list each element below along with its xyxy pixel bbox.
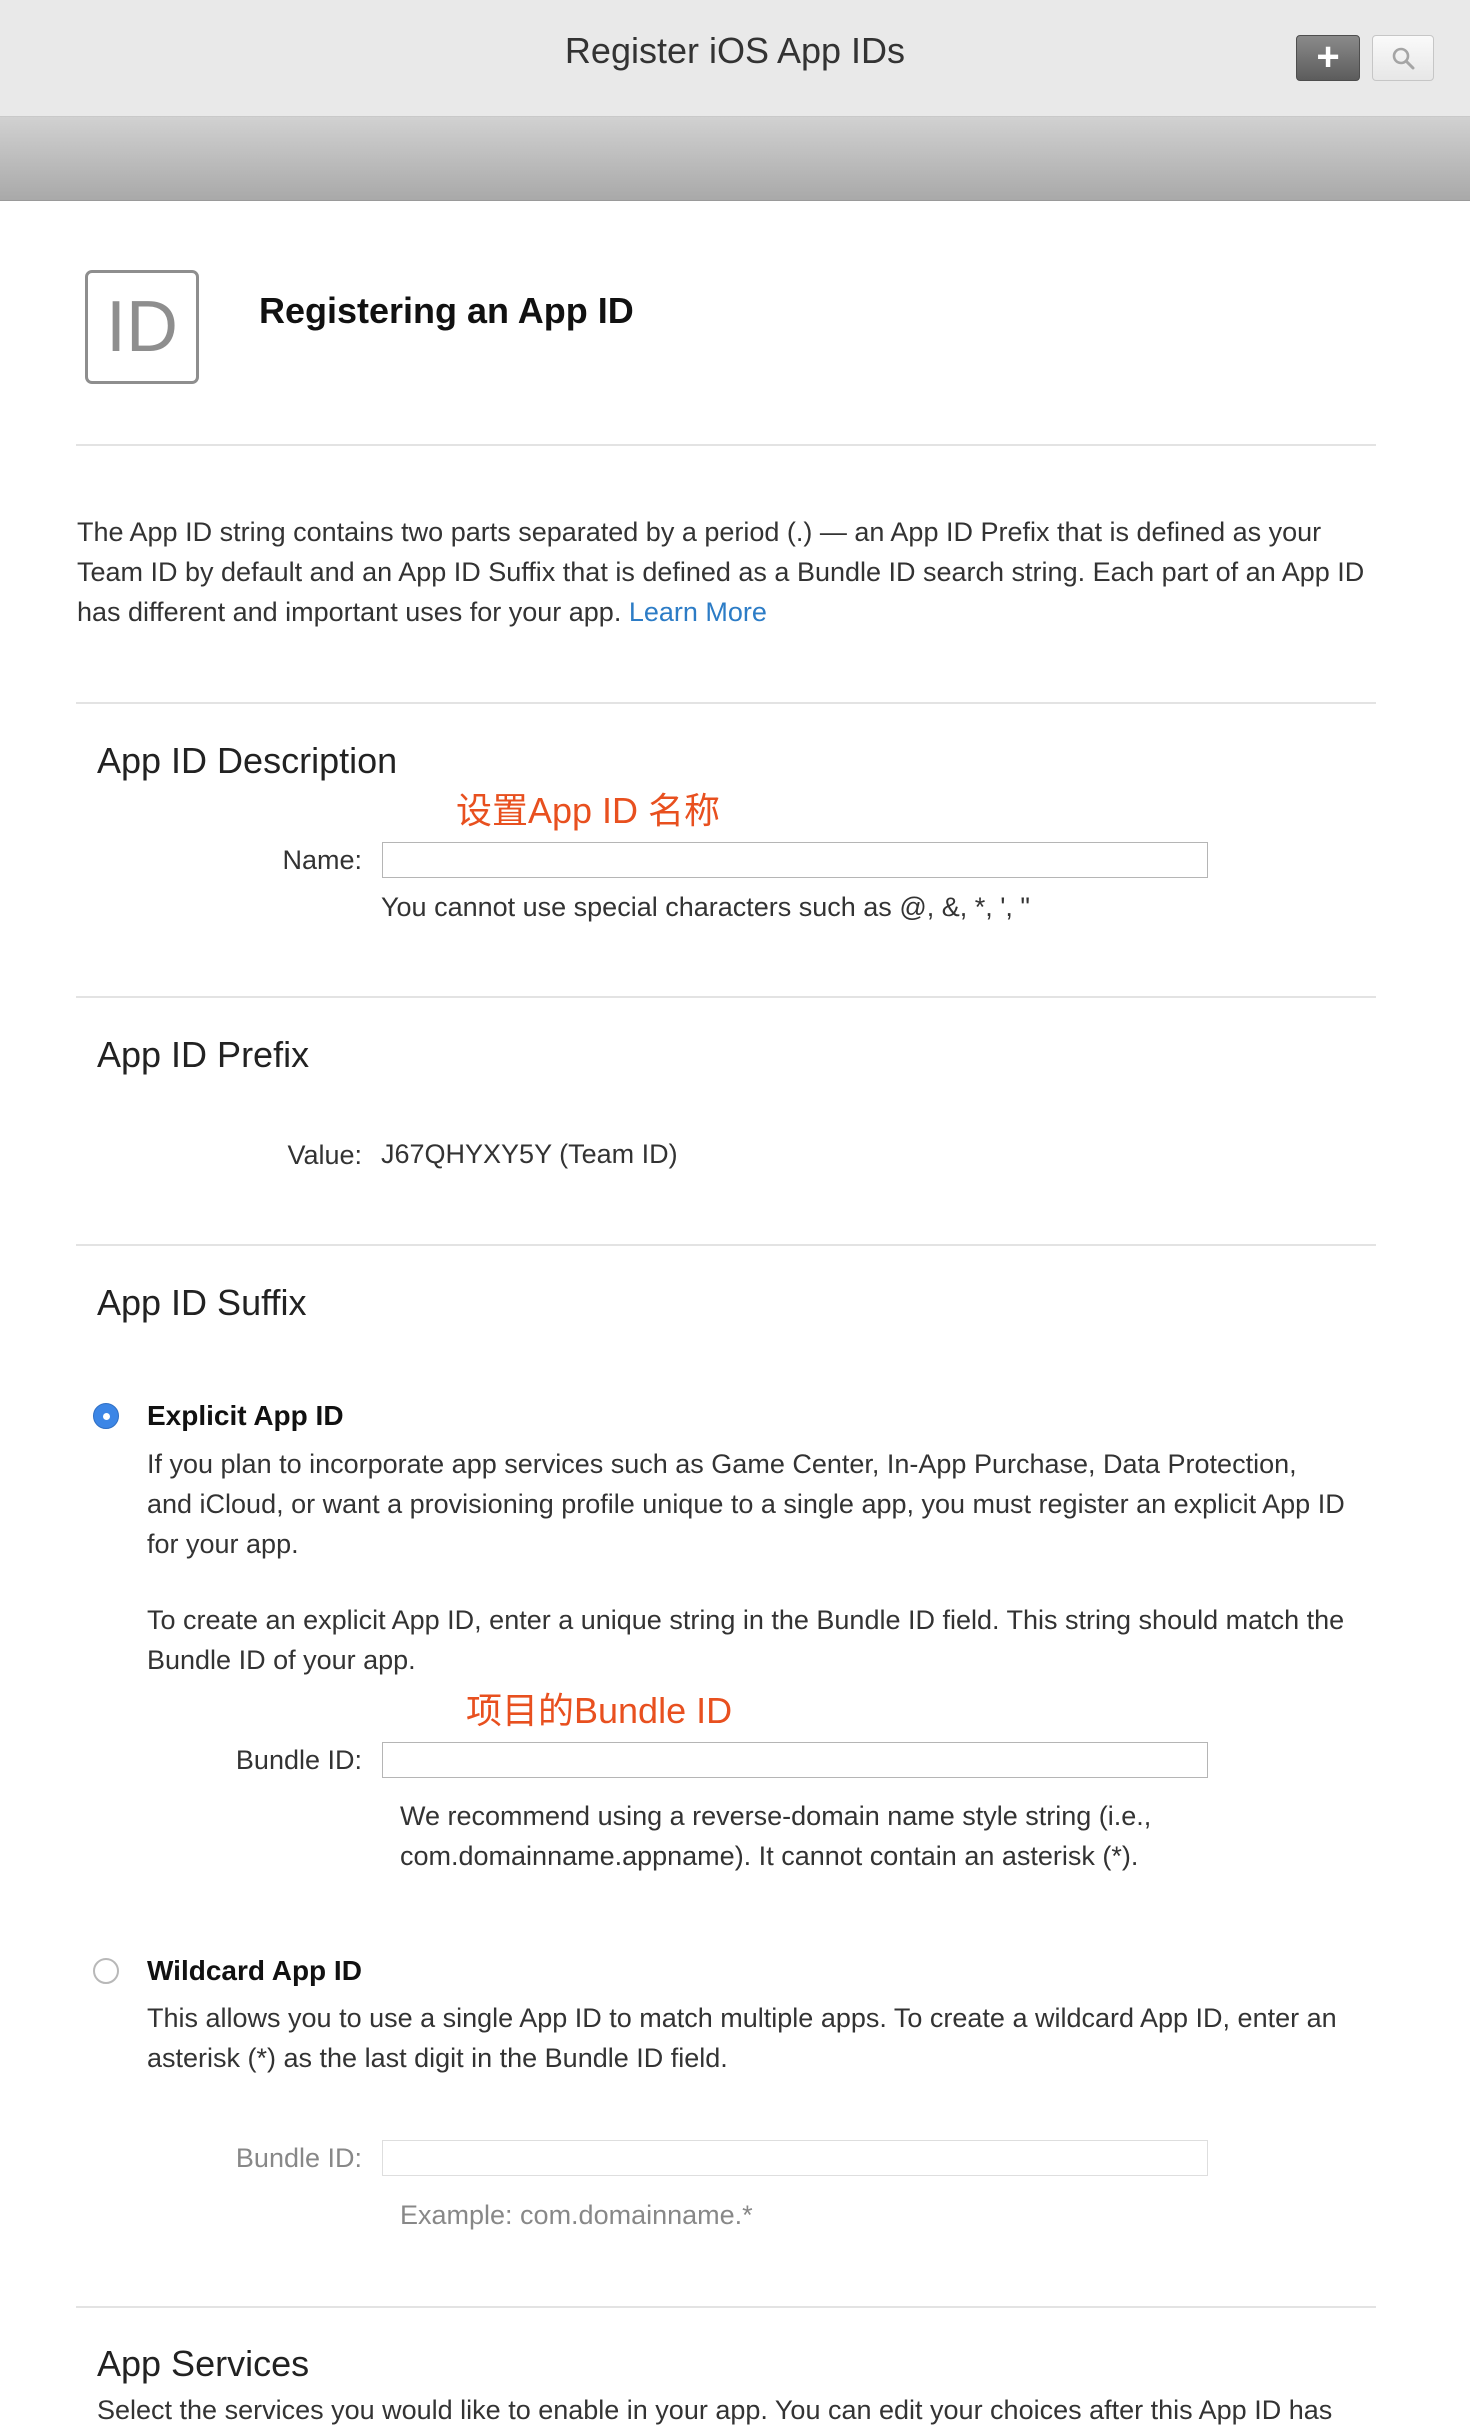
prefix-value: J67QHYXY5Y (Team ID) — [381, 1139, 678, 1169]
name-hint: You cannot use special characters such a… — [381, 892, 1030, 922]
divider — [76, 444, 1376, 446]
explicit-description: If you plan to incorporate app services … — [147, 1449, 1345, 1559]
prefix-title: App ID Prefix — [97, 1034, 310, 1075]
value-label: Value: — [287, 1140, 362, 1170]
services-description: Select the services you would like to en… — [97, 2395, 1333, 2425]
services-title: App Services — [97, 2343, 310, 2384]
explicit-app-id-radio[interactable] — [93, 1403, 119, 1429]
explicit-instructions: To create an explicit App ID, enter a un… — [147, 1605, 1345, 1675]
page-title: Register iOS App IDs — [564, 30, 906, 71]
description-title: App ID Description — [97, 740, 398, 781]
name-annotation: 设置App ID 名称 — [456, 790, 721, 831]
plus-icon: + — [1316, 35, 1340, 79]
suffix-title: App ID Suffix — [97, 1282, 307, 1323]
title-bar: Register iOS App IDs + — [0, 0, 1470, 117]
divider — [76, 702, 1376, 704]
divider — [76, 996, 1376, 998]
app-id-icon: ID — [85, 270, 199, 384]
learn-more-link[interactable]: Learn More — [629, 597, 767, 627]
name-input[interactable] — [382, 842, 1208, 878]
wildcard-bundle-id-label: Bundle ID: — [235, 2143, 362, 2173]
wildcard-bundle-id-input[interactable] — [382, 2140, 1208, 2176]
bundle-id-annotation: 项目的Bundle ID — [466, 1690, 733, 1731]
search-icon — [1392, 47, 1415, 70]
add-button[interactable]: + — [1296, 35, 1360, 81]
divider — [76, 1244, 1376, 1246]
sub-toolbar — [0, 117, 1470, 201]
bundle-id-hint: We recommend using a reverse-domain name… — [400, 1801, 1152, 1871]
wildcard-description: This allows you to use a single App ID t… — [147, 2003, 1337, 2073]
bundle-id-label: Bundle ID: — [235, 1745, 362, 1775]
divider — [76, 2306, 1376, 2308]
name-label: Name: — [282, 845, 362, 875]
intro-text: The App ID string contains two parts sep… — [77, 517, 1365, 627]
bundle-id-input[interactable] — [382, 1742, 1208, 1778]
section-heading: Registering an App ID — [259, 290, 634, 331]
search-button[interactable] — [1372, 35, 1434, 81]
explicit-app-id-label[interactable]: Explicit App ID — [147, 1400, 344, 1432]
wildcard-app-id-label[interactable]: Wildcard App ID — [147, 1955, 362, 1987]
wildcard-app-id-radio[interactable] — [93, 1958, 119, 1984]
wildcard-example: Example: com.domainname.* — [400, 2200, 753, 2230]
